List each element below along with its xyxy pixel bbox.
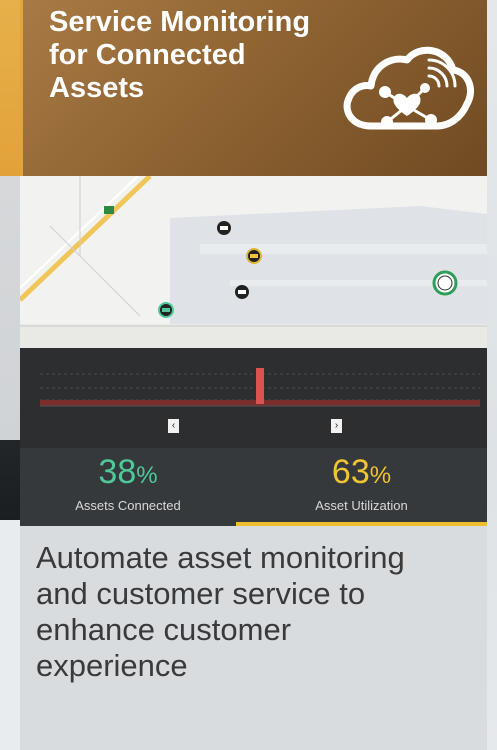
chart-plot [40, 368, 480, 407]
chart-prev-button[interactable]: ‹ [168, 419, 179, 433]
card-description: Automate asset monitoring and customer s… [20, 526, 487, 750]
vehicle-marker[interactable] [216, 220, 232, 236]
utilization-chart: ‹ › [20, 348, 487, 448]
speed-gauge-marker[interactable] [432, 270, 458, 296]
solution-card[interactable]: Service Monitoring for Connected Assets [20, 0, 487, 750]
kpi-value: 63% [331, 453, 392, 491]
vehicle-marker[interactable] [234, 284, 250, 300]
background-panel-left [0, 0, 20, 750]
kpi-assets-connected: 38% Assets Connected [20, 448, 236, 526]
vehicle-marker[interactable] [158, 302, 174, 318]
chart-next-button[interactable]: › [331, 419, 342, 433]
asset-map[interactable] [20, 176, 487, 348]
kpi-value: 38% [98, 453, 158, 491]
cloud-iot-heart-icon [343, 46, 474, 130]
kpi-label: Assets Connected [75, 498, 181, 513]
kpi-label: Asset Utilization [315, 498, 408, 513]
card-header: Service Monitoring for Connected Assets [20, 0, 487, 176]
kpi-panel: 38% Assets Connected 63% Asset Utilizati… [20, 448, 487, 526]
chart-range-label [208, 421, 288, 431]
card-title: Service Monitoring for Connected Assets [49, 6, 311, 104]
kpi-asset-utilization: 63% Asset Utilization [236, 448, 487, 526]
description-text: Automate asset monitoring and customer s… [36, 540, 405, 683]
vehicle-marker[interactable] [246, 248, 262, 264]
